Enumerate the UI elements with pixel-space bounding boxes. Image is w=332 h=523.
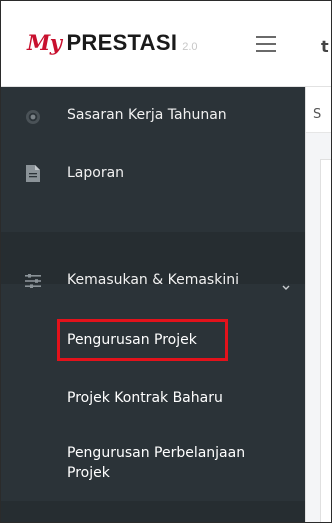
hamburger-menu-icon[interactable] bbox=[256, 36, 276, 52]
top-header: My PRESTASI 2.0 t bbox=[1, 1, 331, 87]
sidebar-item-label: Kemasukan & Kemaskini bbox=[67, 272, 239, 288]
sliders-icon bbox=[25, 273, 41, 289]
sidebar-item-laporan[interactable]: Laporan bbox=[1, 145, 305, 203]
content-topbar: S bbox=[306, 87, 331, 133]
sidebar: Sasaran Kerja Tahunan Laporan Kemasukan … bbox=[1, 87, 305, 522]
submenu-item-pengurusan-perbelanjaan-projek[interactable]: Pengurusan Perbelanjaan Projek bbox=[1, 439, 305, 487]
submenu-item-label: Pengurusan Perbelanjaan Projek bbox=[67, 445, 246, 481]
document-icon bbox=[25, 164, 41, 182]
submenu-item-projek-kontrak-baharu[interactable]: Projek Kontrak Baharu bbox=[1, 377, 305, 419]
submenu-item-label: Projek Kontrak Baharu bbox=[67, 390, 223, 406]
sidebar-item-sasaran-kerja-tahunan[interactable]: Sasaran Kerja Tahunan bbox=[1, 87, 305, 145]
sidebar-bottom-band bbox=[1, 501, 305, 522]
app-logo[interactable]: My PRESTASI 2.0 bbox=[27, 30, 198, 60]
app-window: My PRESTASI 2.0 t Sasaran Kerja Tahunan bbox=[0, 0, 332, 523]
sidebar-item-label: Laporan bbox=[67, 165, 125, 181]
sidebar-item-label: Sasaran Kerja Tahunan bbox=[67, 107, 227, 123]
content-clipped-text: S bbox=[313, 107, 322, 122]
logo-version-text: 2.0 bbox=[182, 41, 198, 53]
logo-my-text: My bbox=[27, 30, 62, 55]
header-clipped-text: t bbox=[321, 37, 329, 56]
logo-name-text: PRESTASI bbox=[66, 30, 178, 55]
highlight-annotation-box bbox=[57, 319, 228, 361]
content-panel bbox=[320, 159, 331, 522]
main-content: S bbox=[305, 87, 331, 522]
sidebar-item-kemasukan-kemaskini[interactable]: Kemasukan & Kemaskini bbox=[1, 257, 305, 305]
target-icon bbox=[25, 109, 41, 125]
chevron-down-icon[interactable] bbox=[282, 276, 290, 295]
